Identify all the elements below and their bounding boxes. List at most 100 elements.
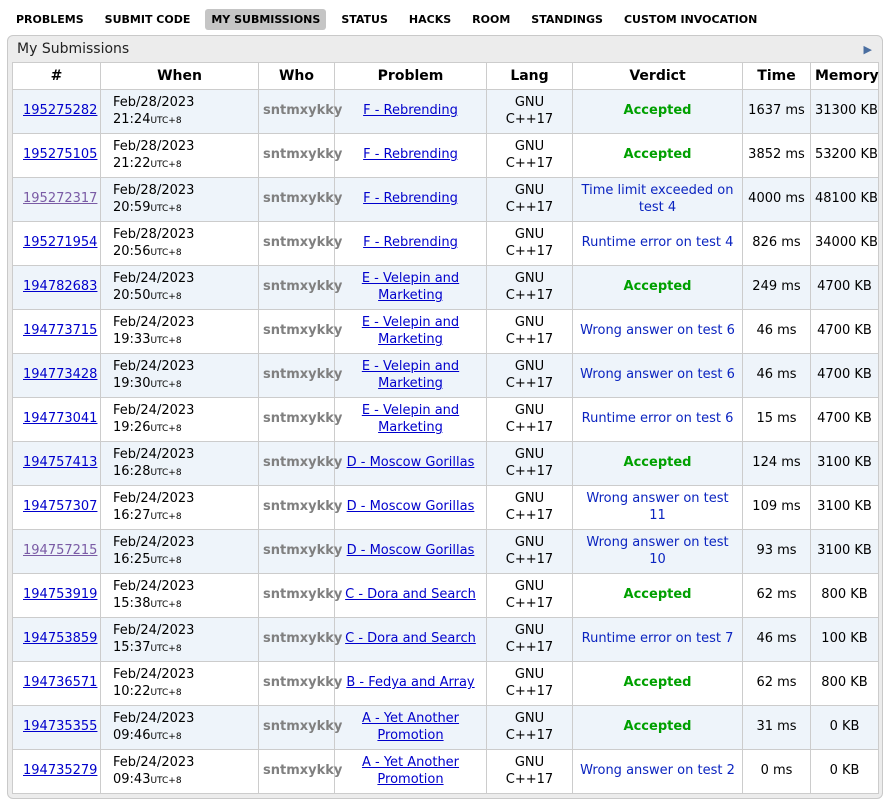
submission-author[interactable]: sntmxykky	[259, 134, 335, 178]
submission-id-link[interactable]: 195275282	[23, 103, 97, 118]
submission-clock-time: 16:25	[113, 552, 150, 567]
problem-link[interactable]: F - Rebrending	[363, 103, 458, 118]
problem-link[interactable]: F - Rebrending	[363, 191, 458, 206]
problem-link[interactable]: E - Velepin and Marketing	[362, 315, 459, 347]
submission-memory: 800 KB	[811, 662, 879, 706]
problem-link[interactable]: B - Fedya and Array	[346, 675, 474, 690]
nav-item-status[interactable]: STATUS	[335, 9, 394, 30]
submission-memory: 53200 KB	[811, 134, 879, 178]
submission-clock-time: 19:26	[113, 420, 150, 435]
submission-clock-time: 16:27	[113, 508, 150, 523]
submission-memory: 3100 KB	[811, 442, 879, 486]
timezone-label: UTC+8	[150, 512, 181, 522]
submission-clock-time: 19:33	[113, 332, 150, 347]
submission-id-link[interactable]: 194735279	[23, 763, 97, 778]
nav-item-room[interactable]: ROOM	[466, 9, 516, 30]
submission-author[interactable]: sntmxykky	[259, 266, 335, 310]
submission-author[interactable]: sntmxykky	[259, 222, 335, 266]
problem-link[interactable]: F - Rebrending	[363, 147, 458, 162]
submission-clock-time: 09:43	[113, 772, 150, 787]
submission-lang-text: GNU C++17	[504, 711, 556, 745]
submission-date: Feb/24/2023	[113, 403, 194, 418]
submission-author[interactable]: sntmxykky	[259, 398, 335, 442]
submission-lang: GNU C++17	[487, 662, 573, 706]
submission-when: Feb/24/2023 15:37UTC+8	[101, 618, 259, 662]
nav-item-problems[interactable]: PROBLEMS	[10, 9, 90, 30]
problem-link[interactable]: E - Velepin and Marketing	[362, 359, 459, 391]
problem-link[interactable]: C - Dora and Search	[345, 587, 476, 602]
problem-link[interactable]: A - Yet Another Promotion	[362, 711, 459, 743]
submission-author[interactable]: sntmxykky	[259, 618, 335, 662]
submission-author[interactable]: sntmxykky	[259, 354, 335, 398]
submission-id-link[interactable]: 194736571	[23, 675, 97, 690]
submission-lang: GNU C++17	[487, 530, 573, 574]
nav-item-submit-code[interactable]: SUBMIT CODE	[99, 9, 197, 30]
problem-link[interactable]: C - Dora and Search	[345, 631, 476, 646]
submission-id-link[interactable]: 194753919	[23, 587, 97, 602]
submission-when: Feb/28/2023 20:56UTC+8	[101, 222, 259, 266]
submission-clock-time: 21:22	[113, 156, 150, 171]
submission-id-link[interactable]: 194773715	[23, 323, 97, 338]
problem-link[interactable]: D - Moscow Gorillas	[347, 455, 475, 470]
submission-memory: 31300 KB	[811, 90, 879, 134]
submission-author[interactable]: sntmxykky	[259, 662, 335, 706]
submission-id-link[interactable]: 194753859	[23, 631, 97, 646]
submission-author[interactable]: sntmxykky	[259, 750, 335, 794]
submission-id-link[interactable]: 195271954	[23, 235, 97, 250]
problem-link[interactable]: D - Moscow Gorillas	[347, 499, 475, 514]
submission-id-link[interactable]: 194773041	[23, 411, 97, 426]
nav-item-hacks[interactable]: HACKS	[403, 9, 457, 30]
submission-exec-time: 0 ms	[743, 750, 811, 794]
submission-author[interactable]: sntmxykky	[259, 706, 335, 750]
submission-date: Feb/24/2023	[113, 755, 194, 770]
submission-author[interactable]: sntmxykky	[259, 310, 335, 354]
submission-exec-time: 4000 ms	[743, 178, 811, 222]
submission-when: Feb/24/2023 10:22UTC+8	[101, 662, 259, 706]
nav-item-standings[interactable]: STANDINGS	[525, 9, 609, 30]
submission-when: Feb/24/2023 20:50UTC+8	[101, 266, 259, 310]
timezone-label: UTC+8	[150, 644, 181, 654]
submission-when: Feb/24/2023 19:30UTC+8	[101, 354, 259, 398]
submission-author[interactable]: sntmxykky	[259, 90, 335, 134]
submission-when: Feb/28/2023 21:22UTC+8	[101, 134, 259, 178]
submission-author[interactable]: sntmxykky	[259, 178, 335, 222]
submission-id-link[interactable]: 194773428	[23, 367, 97, 382]
submission-exec-time: 62 ms	[743, 662, 811, 706]
nav-item-my-submissions[interactable]: MY SUBMISSIONS	[205, 9, 326, 30]
column-header-when: When	[101, 63, 259, 90]
problem-link[interactable]: A - Yet Another Promotion	[362, 755, 459, 787]
submission-date: Feb/28/2023	[113, 139, 194, 154]
submission-lang-text: GNU C++17	[504, 579, 556, 613]
verdict-text: Accepted	[624, 279, 692, 294]
nav-item-custom-invocation[interactable]: CUSTOM INVOCATION	[618, 9, 763, 30]
verdict-text: Wrong answer on test 2	[580, 763, 735, 778]
submission-date: Feb/24/2023	[113, 667, 194, 682]
submission-id-link[interactable]: 194757413	[23, 455, 97, 470]
problem-link[interactable]: E - Velepin and Marketing	[362, 403, 459, 435]
submission-id-link[interactable]: 194757307	[23, 499, 97, 514]
submission-author[interactable]: sntmxykky	[259, 442, 335, 486]
problem-link[interactable]: D - Moscow Gorillas	[347, 543, 475, 558]
panel-caption: My Submissions ▶	[8, 36, 882, 62]
verdict-text: Accepted	[624, 719, 692, 734]
timezone-label: UTC+8	[150, 732, 181, 742]
submission-id-link[interactable]: 195272317	[23, 191, 97, 206]
problem-link[interactable]: F - Rebrending	[363, 235, 458, 250]
submission-exec-time: 46 ms	[743, 310, 811, 354]
submission-memory: 4700 KB	[811, 310, 879, 354]
submission-exec-time: 62 ms	[743, 574, 811, 618]
submission-author[interactable]: sntmxykky	[259, 530, 335, 574]
submission-row: 194782683 Feb/24/2023 20:50UTC+8 sntmxyk…	[13, 266, 879, 310]
submission-id-link[interactable]: 195275105	[23, 147, 97, 162]
submission-id-link[interactable]: 194757215	[23, 543, 97, 558]
submission-lang-text: GNU C++17	[504, 447, 556, 481]
submission-id-link[interactable]: 194782683	[23, 279, 97, 294]
submission-row: 194773041 Feb/24/2023 19:26UTC+8 sntmxyk…	[13, 398, 879, 442]
submission-row: 194757215 Feb/24/2023 16:25UTC+8 sntmxyk…	[13, 530, 879, 574]
submission-exec-time: 3852 ms	[743, 134, 811, 178]
submission-author[interactable]: sntmxykky	[259, 486, 335, 530]
submission-author[interactable]: sntmxykky	[259, 574, 335, 618]
expand-arrow-icon[interactable]: ▶	[864, 43, 872, 56]
problem-link[interactable]: E - Velepin and Marketing	[362, 271, 459, 303]
submission-id-link[interactable]: 194735355	[23, 719, 97, 734]
